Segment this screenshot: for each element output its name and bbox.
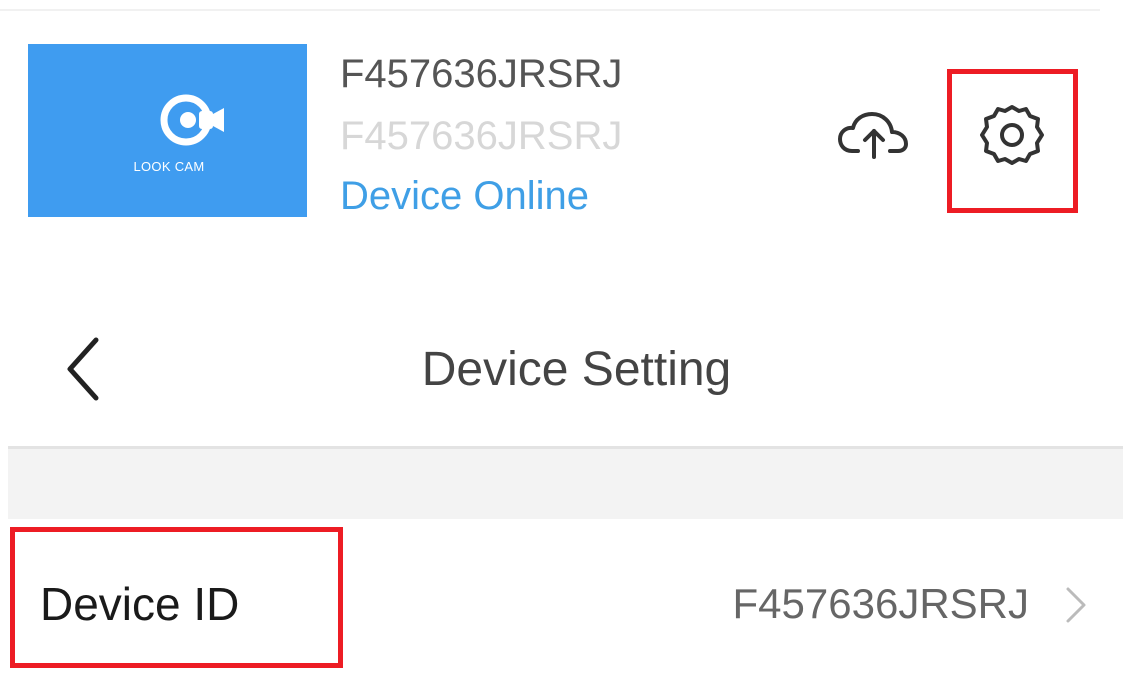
- nav-bar: Device Setting: [0, 300, 1123, 446]
- page-title: Device Setting: [421, 343, 732, 396]
- chevron-right-icon: [1066, 587, 1086, 623]
- device-id-highlight-box: [10, 527, 343, 668]
- device-status: Device Online: [340, 174, 590, 218]
- logo-text: LOOK CAM: [133, 159, 205, 174]
- cloud-upload-icon[interactable]: [836, 107, 912, 163]
- device-id-subtitle: F457636JRSRJ: [340, 114, 623, 158]
- row-value: F457636JRSRJ: [732, 580, 1029, 627]
- look-cam-logo-icon: [160, 94, 224, 146]
- section-spacer: [8, 449, 1123, 519]
- settings-highlight-box: [947, 69, 1078, 213]
- device-thumbnail[interactable]: LOOK CAM: [28, 44, 307, 217]
- device-name: F457636JRSRJ: [340, 52, 623, 96]
